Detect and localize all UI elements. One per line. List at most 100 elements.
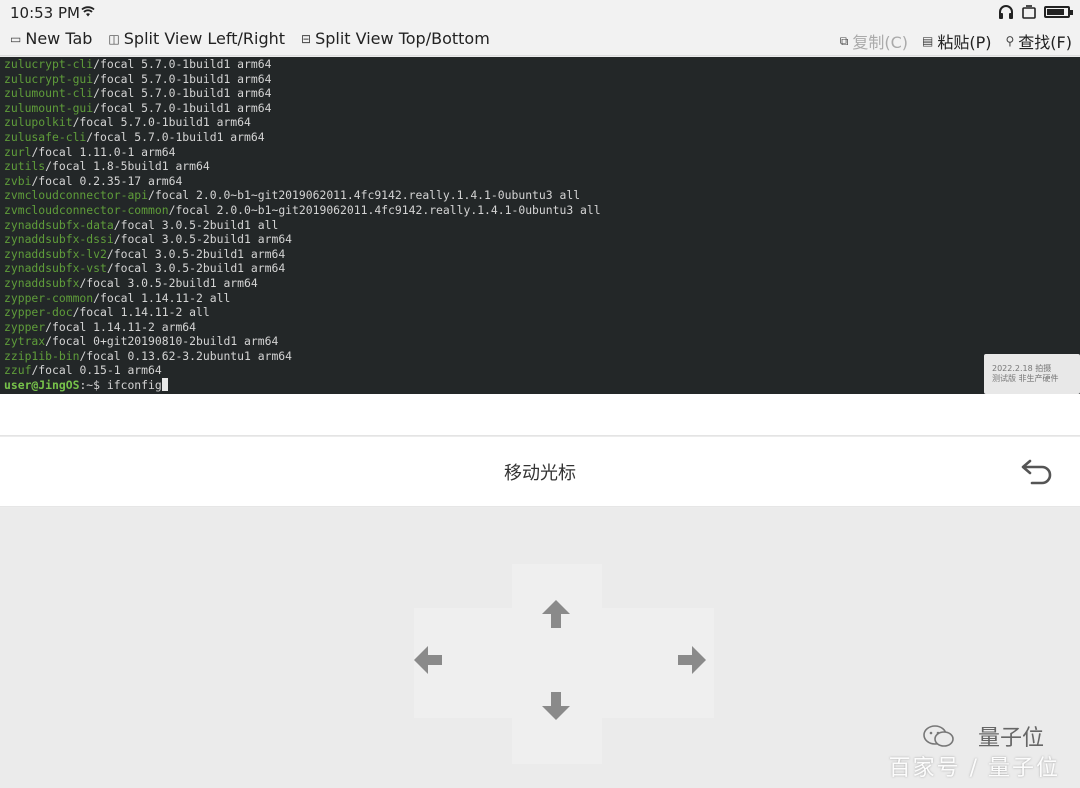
terminal-prompt-line[interactable]: user@JingOS:~$ ifconfig	[4, 378, 1076, 393]
package-name: zynaddsubfx	[4, 275, 80, 290]
package-details: /focal 1.11.0-1 arm64	[31, 144, 176, 159]
cursor-up-button[interactable]	[538, 596, 574, 632]
terminal-toolbar: ▭ New Tab ◫ Split View Left/Right ⊟ Spli…	[0, 26, 1080, 56]
terminal-line: zynaddsubfx/focal 3.0.5-2build1 arm64	[4, 276, 1076, 291]
terminal-line: zypper-common/focal 1.14.11-2 all	[4, 291, 1076, 306]
status-time: 10:53 PM	[10, 4, 80, 22]
package-details: /focal 2.0.0~b1~git2019062011.4fc9142.re…	[168, 202, 601, 217]
package-name: zulusafe-cli	[4, 129, 87, 144]
package-details: /focal 0.2.35-17 arm64	[31, 173, 183, 188]
package-details: /focal 1.14.11-2 all	[72, 305, 210, 320]
find-label: 查找(F)	[1018, 33, 1072, 52]
new-tab-label: New Tab	[25, 29, 93, 48]
terminal-line: zynaddsubfx-vst/focal 3.0.5-2build1 arm6…	[4, 261, 1076, 276]
battery-icon	[1044, 6, 1073, 18]
package-name: zynaddsubfx-vst	[4, 261, 107, 276]
terminal-input-strip[interactable]	[0, 394, 1080, 436]
find-button[interactable]: ⚲ 查找(F)	[1006, 29, 1073, 53]
terminal-line: zynaddsubfx-lv2/focal 3.0.5-2build1 arm6…	[4, 247, 1076, 262]
package-name: zzuf	[4, 363, 32, 378]
back-icon[interactable]	[1020, 455, 1056, 487]
terminal-line: zutils/focal 1.8-5build1 arm64	[4, 159, 1076, 174]
badge-line-1: 2022.2.18 拍摄	[992, 364, 1052, 373]
arrow-left-icon	[414, 646, 442, 674]
package-name: zulupolkit	[4, 115, 73, 130]
terminal-line: zvmcloudconnector-common/focal 2.0.0~b1~…	[4, 203, 1076, 218]
terminal-line: zulucrypt-gui/focal 5.7.0-1build1 arm64	[4, 72, 1076, 87]
split-top-bottom-label: Split View Top/Bottom	[315, 29, 490, 48]
paste-label: 粘贴(P)	[937, 33, 992, 52]
package-name: zutils	[4, 159, 46, 174]
terminal-line: zulumount-gui/focal 5.7.0-1build1 arm64	[4, 101, 1076, 116]
copy-button[interactable]: ⧉ 复制(C)	[840, 29, 908, 53]
terminal-line: zzuf/focal 0.15-1 arm64	[4, 363, 1076, 378]
split-left-right-label: Split View Left/Right	[123, 29, 286, 48]
package-name: zypper-common	[4, 290, 94, 305]
package-details: /focal 5.7.0-1build1 arm64	[93, 57, 272, 71]
split-top-bottom-button[interactable]: ⊟ Split View Top/Bottom	[301, 29, 490, 48]
terminal-output[interactable]: zulucrypt-cli/focal 5.7.0-1build1 arm64 z…	[0, 57, 1080, 394]
package-name: zulucrypt-gui	[4, 71, 94, 86]
headphones-icon	[999, 5, 1013, 19]
cursor-dpad-area	[0, 508, 1080, 788]
terminal-line: zypper/focal 1.14.11-2 arm64	[4, 320, 1076, 335]
terminal-line: zurl/focal 1.11.0-1 arm64	[4, 145, 1076, 160]
package-details: /focal 0.13.62-3.2ubuntu1 arm64	[79, 348, 293, 363]
terminal-line: zvbi/focal 0.2.35-17 arm64	[4, 174, 1076, 189]
package-details: /focal 5.7.0-1build1 arm64	[86, 129, 265, 144]
package-details: /focal 5.7.0-1build1 arm64	[93, 71, 272, 86]
new-tab-icon: ▭	[10, 31, 22, 46]
package-name: zulucrypt-cli	[4, 57, 94, 71]
split-vertical-icon: ◫	[108, 31, 120, 46]
package-details: /focal 3.0.5-2build1 arm64	[106, 261, 286, 276]
watermark-brand: 量子位	[977, 726, 1044, 751]
package-details: /focal 0.15-1 arm64	[31, 363, 162, 378]
text-cursor	[161, 378, 168, 392]
terminal-line: zynaddsubfx-data/focal 3.0.5-2build1 all	[4, 218, 1076, 233]
package-details: /focal 3.0.5-2build1 arm64	[106, 246, 286, 261]
prompt-user: user@JingOS	[4, 378, 80, 393]
package-name: zvbi	[4, 173, 32, 188]
package-details: /focal 3.0.5-2build1 all	[113, 217, 279, 232]
package-details: /focal 0+git20190810-2build1 arm64	[45, 334, 279, 349]
package-name: zynaddsubfx-lv2	[4, 246, 107, 261]
cursor-left-button[interactable]	[410, 642, 446, 678]
package-details: /focal 1.8-5build1 arm64	[45, 159, 210, 174]
paste-button[interactable]: ▤ 粘贴(P)	[922, 29, 991, 53]
jingos-terminal-screen: 10:53 PM ▭ New Tab ◫ Split View Left/Rig…	[0, 0, 1080, 788]
package-details: /focal 5.7.0-1build1 arm64	[93, 86, 272, 101]
terminal-line: zulucrypt-cli/focal 5.7.0-1build1 arm64	[4, 57, 1076, 72]
cursor-right-button[interactable]	[674, 642, 710, 678]
typed-command: ifconfig	[106, 378, 162, 393]
arrow-right-icon	[678, 646, 706, 674]
package-name: zulumount-cli	[4, 86, 94, 101]
package-details: /focal 5.7.0-1build1 arm64	[72, 115, 251, 130]
split-horizontal-icon: ⊟	[301, 31, 312, 46]
package-name: zynaddsubfx-dssi	[4, 232, 114, 247]
test-build-badge: 2022.2.18 拍摄 测试版 非生产硬件	[984, 354, 1080, 394]
watermark-source: 百家号 / 量子位	[888, 756, 1060, 781]
prompt-path: :~$	[79, 378, 107, 393]
package-name: zulumount-gui	[4, 100, 94, 115]
package-details: /focal 1.14.11-2 all	[93, 290, 231, 305]
copy-label: 复制(C)	[852, 33, 909, 52]
package-name: zypper	[4, 319, 46, 334]
package-details: /focal 1.14.11-2 arm64	[45, 319, 197, 334]
terminal-line: zulupolkit/focal 5.7.0-1build1 arm64	[4, 115, 1076, 130]
cursor-panel-title: 移动光标	[504, 463, 576, 484]
terminal-line: zypper-doc/focal 1.14.11-2 all	[4, 305, 1076, 320]
arrow-down-icon	[542, 692, 570, 720]
package-name: zypper-doc	[4, 305, 73, 320]
package-details: /focal 2.0.0~b1~git2019062011.4fc9142.re…	[148, 188, 581, 203]
terminal-line: zytrax/focal 0+git20190810-2build1 arm64	[4, 334, 1076, 349]
package-name: zvmcloudconnector-api	[4, 188, 149, 203]
new-tab-button[interactable]: ▭ New Tab	[10, 29, 92, 48]
cursor-down-button[interactable]	[538, 688, 574, 724]
split-left-right-button[interactable]: ◫ Split View Left/Right	[108, 29, 285, 48]
badge-line-2: 测试版 非生产硬件	[992, 374, 1059, 383]
package-name: zzip1ib-bin	[4, 348, 80, 363]
paste-icon: ▤	[922, 34, 934, 48]
package-name: zurl	[4, 144, 32, 159]
package-name: zynaddsubfx-data	[4, 217, 114, 232]
search-icon: ⚲	[1005, 34, 1015, 48]
